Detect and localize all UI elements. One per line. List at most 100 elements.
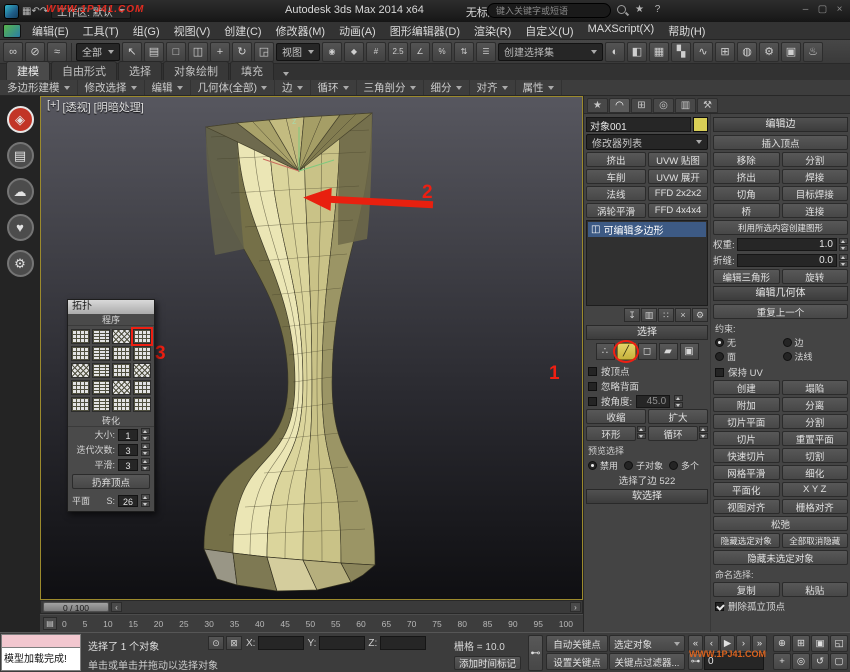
tab-freeform[interactable]: 自由形式 <box>51 61 117 80</box>
topology-pattern-button[interactable] <box>112 346 131 361</box>
topology-pattern-button[interactable] <box>92 397 111 412</box>
spinner[interactable] <box>141 458 150 471</box>
topology-pattern-button[interactable] <box>92 346 111 361</box>
menu-item[interactable]: 修改器(M) <box>269 21 333 41</box>
maximize-icon[interactable]: ▢ <box>815 3 830 17</box>
menu-item[interactable]: 自定义(U) <box>518 21 580 41</box>
ribbon-panel-label[interactable]: 边 <box>275 80 311 95</box>
edit-edges-button[interactable]: 挤出 <box>713 169 780 184</box>
selection-filter-dropdown[interactable]: 全部 <box>76 43 120 61</box>
tab-display[interactable]: ▥ <box>675 98 696 113</box>
viewport-view-menu[interactable]: [透视] <box>63 99 91 115</box>
ribbon-panel-label[interactable]: 对齐 <box>470 80 516 95</box>
tab-motion[interactable]: ◎ <box>653 98 674 113</box>
selection-lock-icon[interactable]: ⊠ <box>226 636 242 650</box>
minimize-icon[interactable]: – <box>798 3 813 17</box>
listener-line[interactable]: 模型加载完成! <box>1 648 81 671</box>
menu-item[interactable]: 工具(T) <box>76 21 126 41</box>
modifier-button[interactable]: 挤出 <box>586 152 646 167</box>
topology-pattern-button[interactable] <box>71 363 90 378</box>
pan-icon[interactable]: + <box>773 653 791 670</box>
select-and-link-icon[interactable]: ∞ <box>3 42 23 62</box>
menu-item[interactable]: 组(G) <box>126 21 167 41</box>
y-coordinate-field[interactable] <box>319 636 365 650</box>
viewport-shading-menu[interactable]: [明暗处理] <box>94 99 144 115</box>
named-selection-sets-icon[interactable]: ☰ <box>476 42 496 62</box>
field-of-view-icon[interactable]: ◎ <box>792 653 810 670</box>
topology-pattern-button[interactable] <box>133 329 152 344</box>
menu-item[interactable]: 编辑(E) <box>25 21 76 41</box>
isolate-selection-icon[interactable]: ⊙ <box>208 636 224 650</box>
menu-item[interactable]: 动画(A) <box>332 21 383 41</box>
topology-pattern-button[interactable] <box>133 380 152 395</box>
edit-edges-button[interactable]: 焊接 <box>782 169 849 184</box>
edit-edges-button[interactable]: 移除 <box>713 152 780 167</box>
3dsmax-logo-icon[interactable] <box>4 4 19 19</box>
delete-isolated-vertices-checkbox[interactable] <box>715 602 724 611</box>
zoom-all-icon[interactable]: ⊞ <box>792 635 810 652</box>
tab-modeling[interactable]: 建模 <box>6 61 50 80</box>
use-pivot-center-icon[interactable]: ◉ <box>322 42 342 62</box>
ribbon-panel-label[interactable]: 多边形建模 <box>0 80 78 95</box>
maxscript-mini-listener[interactable]: 模型加载完成! <box>1 634 81 672</box>
zoom-icon[interactable]: ⊕ <box>773 635 791 652</box>
infocenter-search-input[interactable] <box>487 3 611 18</box>
percent-snap-icon[interactable]: % <box>432 42 452 62</box>
select-and-move-icon[interactable]: + <box>210 42 230 62</box>
spinner-snap-icon[interactable]: ⇅ <box>454 42 474 62</box>
set-key-button[interactable]: 设置关键点 <box>546 653 608 670</box>
named-selection-set-combo[interactable]: 创建选择集 <box>498 43 603 61</box>
tab-create[interactable]: ★ <box>587 98 608 113</box>
layer-manager-icon[interactable]: ▦ <box>649 42 669 62</box>
favorites-star-icon[interactable]: ★ <box>632 3 647 17</box>
ribbon-minimize-caret-icon[interactable] <box>283 72 289 76</box>
menu-item[interactable]: 视图(V) <box>167 21 218 41</box>
time-slider-handle[interactable]: 0 / 100 <box>43 602 109 612</box>
modifier-button[interactable]: 车削 <box>586 169 646 184</box>
menu-item[interactable]: 帮助(H) <box>661 21 712 41</box>
logo-ball-icon[interactable]: ◈ <box>7 106 34 133</box>
heart-icon[interactable]: ♥ <box>7 214 34 241</box>
object-color-swatch[interactable] <box>693 117 708 132</box>
discard-vertices-button[interactable]: 扔弃顶点 <box>72 474 150 489</box>
tab-utilities[interactable]: ⚒ <box>697 98 718 113</box>
add-time-tag-button[interactable]: 添加时间标记 <box>454 656 521 670</box>
document-icon[interactable]: ▤ <box>7 142 34 169</box>
ribbon-toggle-icon[interactable]: ▚ <box>671 42 691 62</box>
menu-item[interactable]: MAXScript(X) <box>581 21 662 41</box>
zoom-extents-icon[interactable]: ▣ <box>811 635 829 652</box>
z-coordinate-field[interactable] <box>380 636 426 650</box>
keyboard-override-icon[interactable]: # <box>366 42 386 62</box>
window-crossing-icon[interactable]: ◫ <box>188 42 208 62</box>
zoom-extents-all-icon[interactable]: ◱ <box>830 635 848 652</box>
ribbon-panel-label[interactable]: 三角剖分 <box>357 80 424 95</box>
maximize-viewport-icon[interactable]: ▢ <box>830 653 848 670</box>
viewport-general-menu[interactable]: [+] <box>47 99 60 115</box>
ribbon-panel-label[interactable]: 几何体(全部) <box>191 80 276 95</box>
perspective-viewport[interactable]: [+] [透视] [明暗处理] <box>40 96 583 600</box>
topology-pattern-button[interactable] <box>112 363 131 378</box>
field-value[interactable]: 1 <box>118 429 138 441</box>
topology-pattern-button[interactable] <box>92 380 111 395</box>
ribbon-panel-label[interactable]: 循环 <box>311 80 357 95</box>
modifier-list-dropdown[interactable]: 修改器列表 <box>586 134 708 150</box>
render-icon[interactable]: ♨ <box>803 42 823 62</box>
open-mini-curve-editor-icon[interactable]: ▤ <box>43 617 57 630</box>
close-icon[interactable]: × <box>832 3 847 17</box>
tab-hierarchy[interactable]: ⊞ <box>631 98 652 113</box>
topology-pattern-button[interactable] <box>133 363 152 378</box>
topology-dialog-titlebar[interactable]: 拓扑 <box>68 300 154 314</box>
topology-pattern-button[interactable] <box>112 380 131 395</box>
gear-icon[interactable]: ⚙ <box>7 250 34 277</box>
macro-recorder-line[interactable] <box>1 634 81 648</box>
menu-item[interactable]: 渲染(R) <box>467 21 518 41</box>
reference-coordinate-dropdown[interactable]: 视图 <box>276 43 320 61</box>
angle-snap-icon[interactable]: ∠ <box>410 42 430 62</box>
modifier-button[interactable]: UVW 展开 <box>648 169 708 184</box>
schematic-view-icon[interactable]: ⊞ <box>715 42 735 62</box>
checkbox[interactable] <box>588 382 597 391</box>
ribbon-panel-label[interactable]: 属性 <box>516 80 562 95</box>
mirror-icon[interactable]: ◐ <box>605 42 625 62</box>
set-keys-button[interactable]: ⊷ <box>528 635 543 671</box>
select-by-name-icon[interactable]: ▤ <box>144 42 164 62</box>
